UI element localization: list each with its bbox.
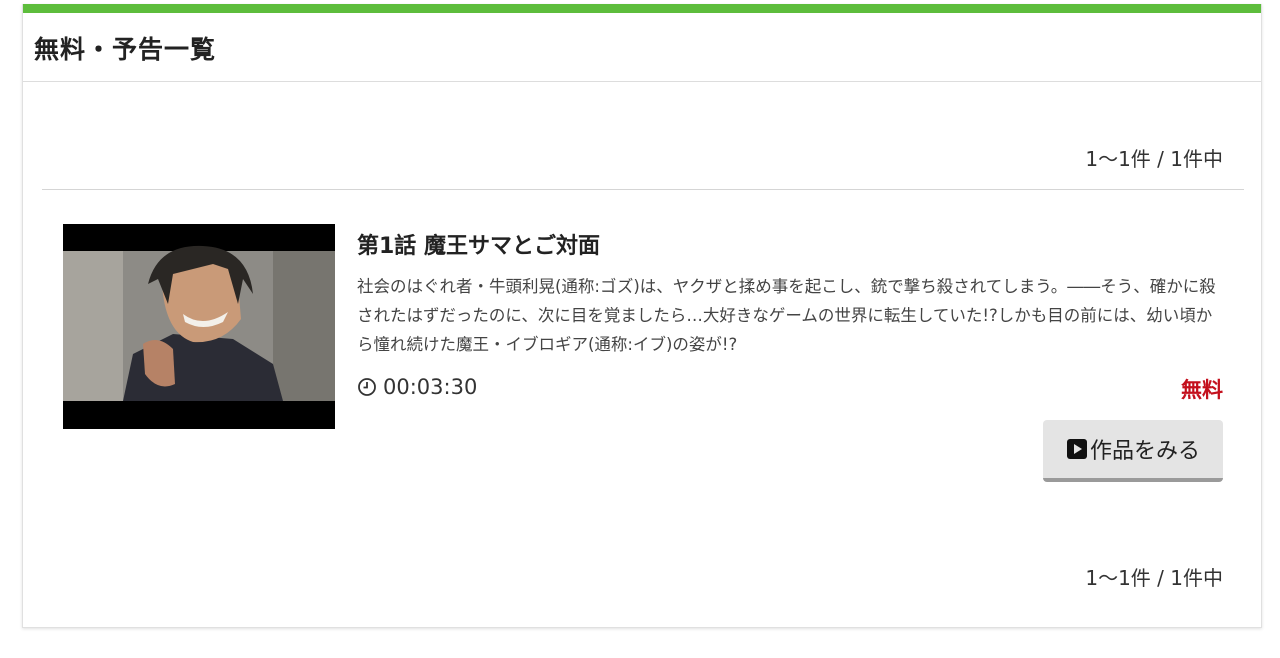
episode-title[interactable]: 第1話 魔王サマとご対面 <box>357 228 600 260</box>
clock-icon <box>357 377 377 397</box>
watch-button-label: 作品をみる <box>1089 439 1200 464</box>
episode-thumbnail[interactable] <box>63 224 335 429</box>
watch-button[interactable]: 作品をみる <box>1043 420 1223 482</box>
pagination-count-bottom: 1〜1件 / 1件中 <box>1085 566 1223 590</box>
episode-duration: 00:03:30 <box>357 375 477 399</box>
accent-bar <box>23 4 1261 13</box>
play-icon <box>1066 438 1088 460</box>
pagination-count-top: 1〜1件 / 1件中 <box>1085 147 1223 171</box>
duration-text: 00:03:30 <box>383 375 478 399</box>
episode-description: 社会のはぐれ者・牛頭利晃(通称:ゴズ)は、ヤクザと揉め事を起こし、銃で撃ち殺され… <box>357 277 1216 354</box>
list-divider <box>42 189 1244 190</box>
thumbnail-image <box>63 224 335 429</box>
title-divider <box>23 81 1261 82</box>
free-label: 無料 <box>1181 378 1223 402</box>
section-title: 無料・予告一覧 <box>34 35 217 64</box>
free-preview-panel: 無料・予告一覧 1〜1件 / 1件中 第1話 魔王サマとご対面 社会のはぐれ者・… <box>22 4 1262 628</box>
